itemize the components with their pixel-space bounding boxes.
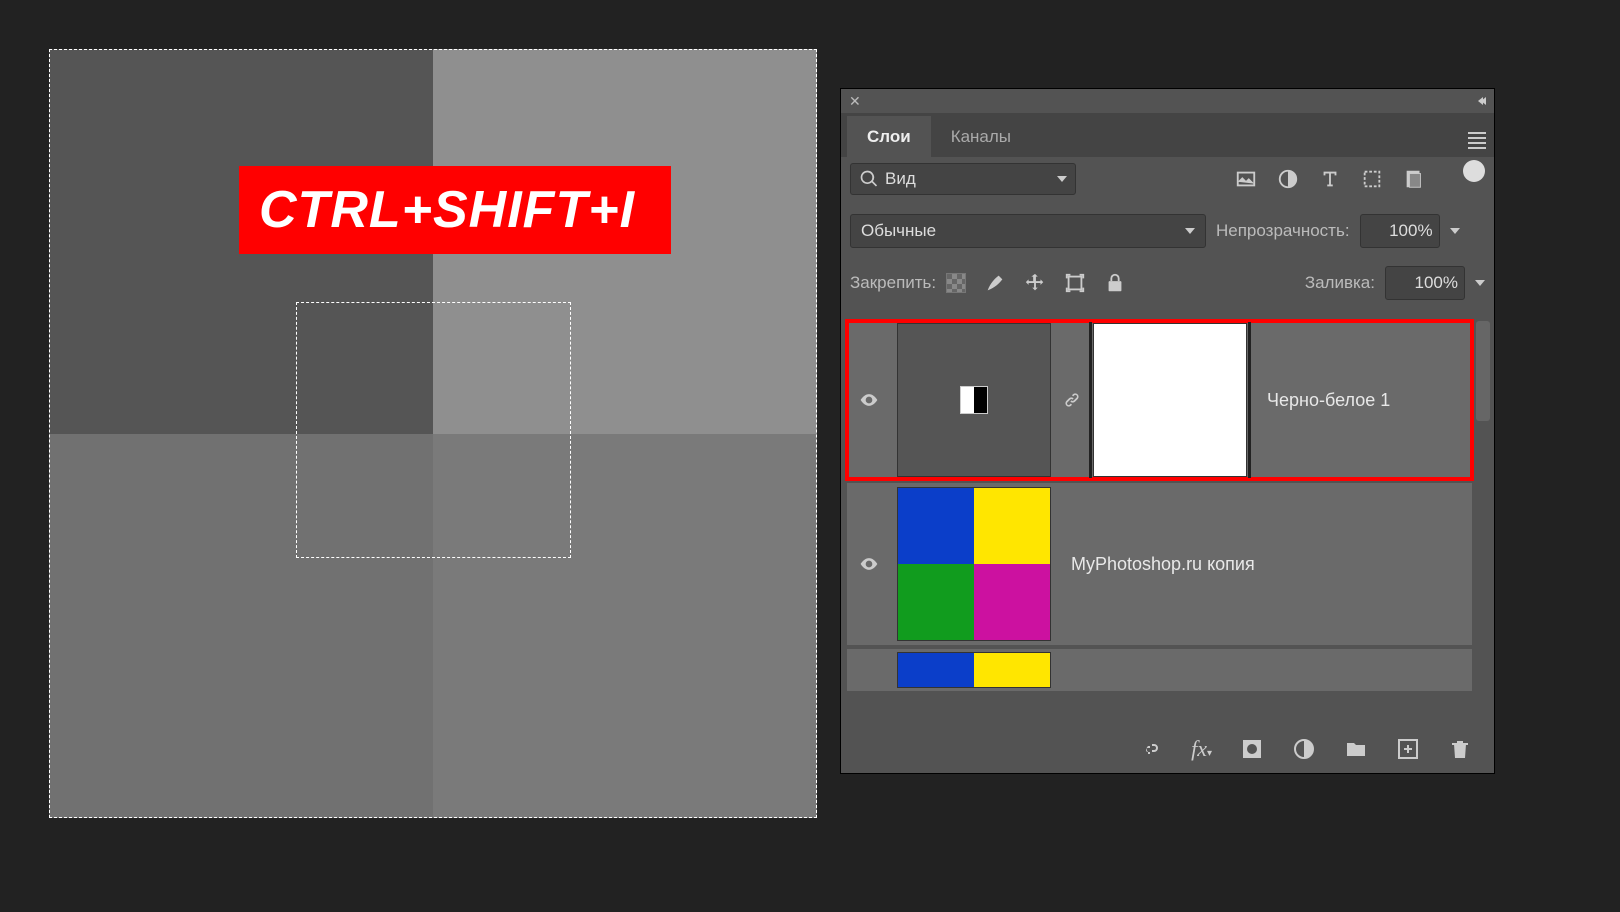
shortcut-overlay: CTRL+SHIFT+I <box>239 166 671 254</box>
bw-adjustment-icon <box>960 386 988 414</box>
filter-type-icon[interactable] <box>1319 168 1341 190</box>
visibility-icon[interactable] <box>859 390 879 410</box>
filter-adjustment-icon[interactable] <box>1277 168 1299 190</box>
lock-all-icon[interactable] <box>1104 272 1126 294</box>
chevron-down-icon <box>1057 176 1067 182</box>
opacity-label: Непрозрачность: <box>1216 221 1350 241</box>
layer-filter-kind[interactable]: Вид <box>850 163 1076 195</box>
link-icon[interactable] <box>1062 390 1082 410</box>
layers-panel: ✕ Слои Каналы Вид <box>840 88 1495 774</box>
panel-tabs: Слои Каналы <box>841 113 1494 157</box>
collapse-icon[interactable] <box>1480 97 1486 105</box>
document-canvas[interactable]: CTRL+SHIFT+I <box>49 49 817 818</box>
layers-list: Черно-белое 1 MyPhotoshop.ru копия <box>847 321 1472 717</box>
layer-name[interactable]: Черно-белое 1 <box>1267 390 1390 411</box>
blend-mode-select[interactable]: Обычные <box>850 214 1206 248</box>
shortcut-text: CTRL+SHIFT+I <box>259 181 635 239</box>
canvas-quadrant <box>49 434 433 819</box>
filter-toggle[interactable] <box>1463 160 1485 182</box>
filter-kind-label: Вид <box>885 169 916 189</box>
opacity-value[interactable]: 100% <box>1360 214 1440 248</box>
layer-row[interactable]: Черно-белое 1 <box>847 321 1472 479</box>
trash-icon[interactable] <box>1448 737 1472 761</box>
layer-row[interactable] <box>847 649 1472 691</box>
new-adjustment-icon[interactable] <box>1292 737 1316 761</box>
new-group-icon[interactable] <box>1344 737 1368 761</box>
chevron-down-icon[interactable] <box>1475 280 1485 286</box>
layer-mask-thumbnail[interactable] <box>1093 323 1247 477</box>
adjustment-thumbnail[interactable] <box>897 323 1051 477</box>
panel-menu-icon[interactable] <box>1460 124 1494 157</box>
close-icon[interactable]: ✕ <box>849 93 861 110</box>
layer-thumbnail[interactable] <box>897 487 1051 641</box>
layer-thumbnail[interactable] <box>897 652 1051 688</box>
lock-position-icon[interactable] <box>1024 272 1046 294</box>
blend-mode-value: Обычные <box>861 221 936 241</box>
lock-artboard-icon[interactable] <box>1064 272 1086 294</box>
layer-row[interactable]: MyPhotoshop.ru копия <box>847 483 1472 645</box>
search-icon <box>859 169 879 189</box>
layers-panel-footer: fx▾ <box>841 725 1494 773</box>
filter-shape-icon[interactable] <box>1361 168 1383 190</box>
visibility-icon[interactable] <box>859 554 879 574</box>
lock-label: Закрепить: <box>850 273 936 293</box>
link-layers-icon[interactable] <box>1139 737 1163 761</box>
filter-pixel-icon[interactable] <box>1235 168 1257 190</box>
scrollbar[interactable] <box>1476 321 1490 421</box>
chevron-down-icon[interactable] <box>1450 228 1460 234</box>
filter-smartobject-icon[interactable] <box>1403 168 1425 190</box>
new-layer-icon[interactable] <box>1396 737 1420 761</box>
fill-value[interactable]: 100% <box>1385 266 1465 300</box>
layer-filter-buttons <box>1235 168 1485 190</box>
tab-channels[interactable]: Каналы <box>931 116 1031 157</box>
lock-paint-icon[interactable] <box>984 272 1006 294</box>
fill-label: Заливка: <box>1305 273 1375 293</box>
tab-layers[interactable]: Слои <box>847 116 931 157</box>
add-mask-icon[interactable] <box>1240 737 1264 761</box>
layer-name[interactable]: MyPhotoshop.ru копия <box>1071 554 1255 575</box>
canvas-quadrant <box>433 434 817 819</box>
chevron-down-icon <box>1185 228 1195 234</box>
lock-transparency-icon[interactable] <box>946 273 966 293</box>
layer-effects-icon[interactable]: fx▾ <box>1191 736 1212 762</box>
